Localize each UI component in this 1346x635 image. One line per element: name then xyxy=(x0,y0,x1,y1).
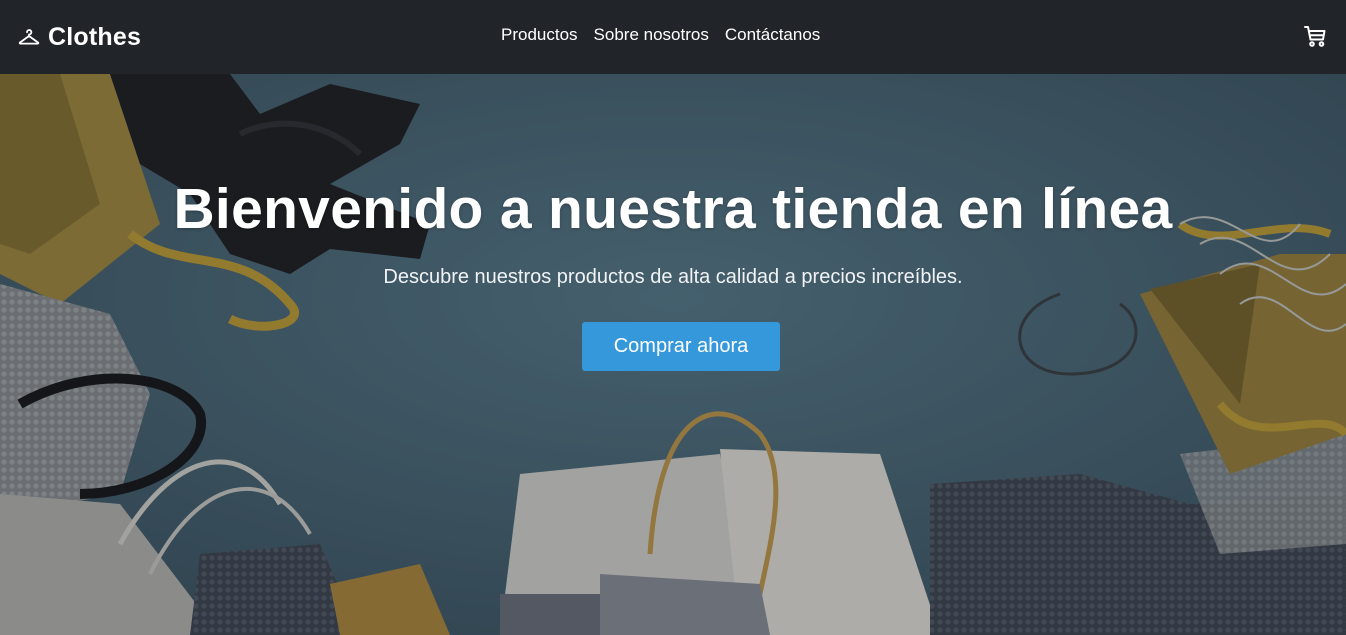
nav-links: Productos Sobre nosotros Contáctanos xyxy=(493,0,828,70)
hero-title: Bienvenido a nuestra tienda en línea xyxy=(173,177,1173,241)
hero-subtitle: Descubre nuestros productos de alta cali… xyxy=(383,266,963,288)
hero-section: Bienvenido a nuestra tienda en línea Des… xyxy=(0,74,1346,635)
nav-link-contactanos[interactable]: Contáctanos xyxy=(717,25,828,45)
hanger-icon xyxy=(18,26,40,48)
brand-name: Clothes xyxy=(48,22,142,51)
brand-link[interactable]: Clothes xyxy=(18,0,141,74)
cart-icon[interactable] xyxy=(1302,23,1328,49)
nav-link-sobre-nosotros[interactable]: Sobre nosotros xyxy=(586,25,717,45)
nav-link-productos[interactable]: Productos xyxy=(493,25,586,45)
navbar: Clothes Productos Sobre nosotros Contáct… xyxy=(0,0,1346,74)
shop-now-button[interactable]: Comprar ahora xyxy=(582,322,780,371)
